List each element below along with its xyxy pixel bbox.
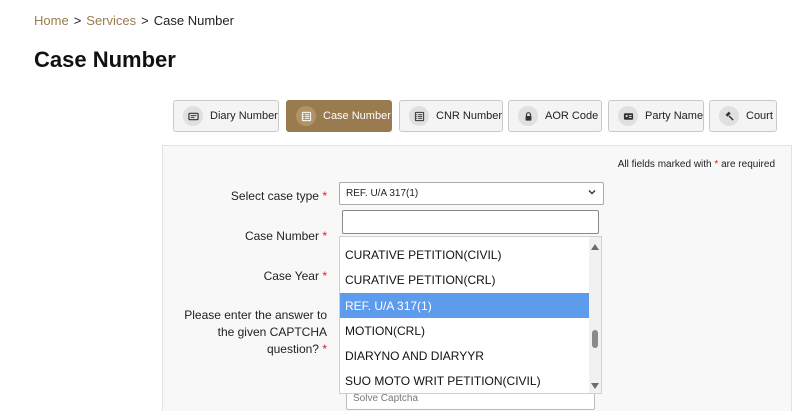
gavel-icon: [719, 106, 739, 126]
breadcrumb: Home > Services > Case Number: [34, 13, 234, 28]
scroll-up-arrow-icon[interactable]: [591, 244, 599, 250]
case-type-dropdown-list: CURATIVE PETITION(CIVIL) CURATIVE PETITI…: [339, 236, 602, 394]
tab-case-number[interactable]: Case Number: [286, 100, 392, 132]
tab-label: Party Name: [645, 110, 704, 122]
breadcrumb-separator: >: [141, 13, 149, 28]
case-type-search-input[interactable]: [342, 210, 599, 234]
card-icon: [183, 106, 203, 126]
dropdown-option-selected[interactable]: REF. U/A 317(1): [340, 293, 590, 318]
page-title: Case Number: [34, 47, 176, 72]
breadcrumb-services-link[interactable]: Services: [86, 13, 136, 28]
tab-cnr-number[interactable]: CNR Number: [399, 100, 503, 132]
dropdown-option[interactable]: CURATIVE PETITION(CIVIL): [340, 242, 590, 267]
list-icon: [296, 106, 316, 126]
dropdown-option[interactable]: SUO MOTO WRIT PETITION(CIVIL): [340, 368, 590, 393]
captcha-label: Please enter the answer to the given CAP…: [184, 308, 327, 356]
scroll-down-arrow-icon[interactable]: [591, 383, 599, 389]
dropdown-option[interactable]: CURATIVE PETITION(CRL): [340, 267, 590, 292]
case-number-label: Case Number *: [244, 229, 327, 243]
id-card-icon: [618, 106, 638, 126]
breadcrumb-separator: >: [73, 13, 82, 28]
captcha-placeholder: Solve Captcha: [353, 393, 419, 404]
case-search-form: All fields marked with * are required Se…: [162, 145, 792, 411]
dropdown-option[interactable]: DIARYNO AND DIARYYR: [340, 343, 590, 368]
tab-aor-code[interactable]: AOR Code: [508, 100, 602, 132]
breadcrumb-current: Case Number: [153, 13, 234, 28]
tab-label: Court: [746, 110, 773, 122]
required-fields-note: All fields marked with * are required: [617, 159, 775, 170]
tab-party-name[interactable]: Party Name: [608, 100, 704, 132]
tab-label: AOR Code: [545, 110, 599, 122]
case-type-select[interactable]: REF. U/A 317(1): [339, 182, 604, 205]
case-type-label: Select case type *: [230, 189, 327, 203]
tab-diary-number[interactable]: Diary Number: [173, 100, 279, 132]
tab-court[interactable]: Court: [709, 100, 777, 132]
tab-label: CNR Number: [436, 110, 503, 122]
scrollbar-thumb[interactable]: [592, 330, 598, 348]
case-year-label: Case Year *: [263, 269, 327, 283]
list-icon: [409, 106, 429, 126]
tab-label: Diary Number: [210, 110, 278, 122]
breadcrumb-home-link[interactable]: Home: [34, 13, 69, 28]
dropdown-option[interactable]: MOTION(CRL): [340, 318, 590, 343]
dropdown-scrollbar[interactable]: [589, 237, 601, 393]
case-type-selected-value: REF. U/A 317(1): [346, 188, 419, 199]
chevron-down-icon: [588, 190, 596, 195]
tab-label: Case Number: [323, 110, 391, 122]
lock-icon: [518, 106, 538, 126]
